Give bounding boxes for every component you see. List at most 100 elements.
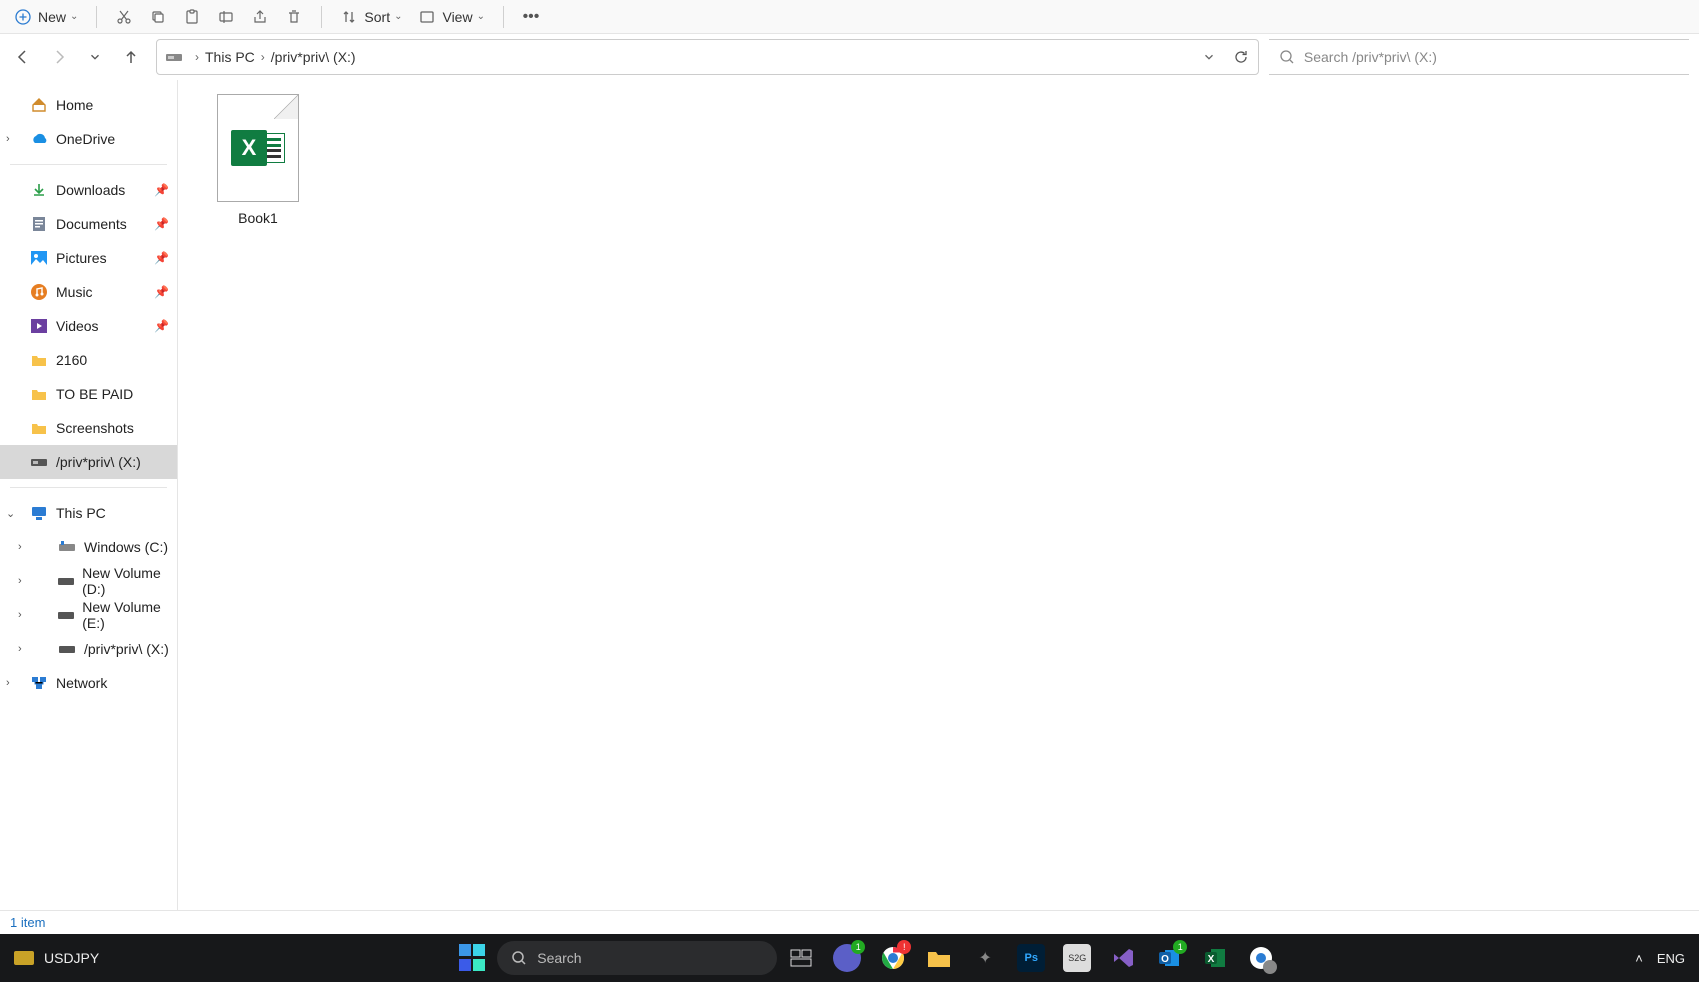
sidebar-drive-e[interactable]: › New Volume (E:) bbox=[0, 598, 177, 632]
paste-button[interactable] bbox=[175, 3, 209, 31]
sidebar-drive-x-quick[interactable]: /priv*priv\ (X:) bbox=[0, 445, 177, 479]
sidebar-item-label: Videos bbox=[56, 318, 99, 334]
chevron-right-icon[interactable]: › bbox=[18, 643, 22, 655]
ticker-label[interactable]: USDJPY bbox=[44, 950, 99, 966]
chevron-down-icon[interactable]: ⌄ bbox=[6, 507, 15, 520]
sidebar-drive-x[interactable]: › /priv*priv\ (X:) bbox=[0, 632, 177, 666]
sidebar-music[interactable]: Music 📌 bbox=[0, 275, 177, 309]
forward-button[interactable] bbox=[50, 48, 68, 66]
excel-file-icon: X bbox=[217, 94, 299, 202]
taskbar-excel[interactable]: X bbox=[1201, 944, 1229, 972]
search-input[interactable] bbox=[1304, 49, 1679, 65]
pc-icon bbox=[30, 504, 48, 522]
sidebar-folder-tobepaid[interactable]: TO BE PAID bbox=[0, 377, 177, 411]
sidebar-downloads[interactable]: Downloads 📌 bbox=[0, 173, 177, 207]
pin-icon: 📌 bbox=[154, 251, 169, 265]
sidebar-home[interactable]: Home bbox=[0, 88, 177, 122]
file-name: Book1 bbox=[238, 210, 278, 226]
video-icon bbox=[30, 317, 48, 335]
trash-icon bbox=[285, 8, 303, 26]
search-box[interactable] bbox=[1269, 39, 1689, 75]
delete-button[interactable] bbox=[277, 3, 311, 31]
pictures-icon bbox=[30, 249, 48, 267]
view-button[interactable]: View ⌄ bbox=[410, 3, 492, 31]
item-count: 1 item bbox=[10, 915, 45, 930]
sidebar-item-label: This PC bbox=[56, 505, 106, 521]
rename-button[interactable] bbox=[209, 3, 243, 31]
music-icon bbox=[30, 283, 48, 301]
chevron-up-icon[interactable]: ˄ bbox=[1635, 951, 1643, 966]
cut-button[interactable] bbox=[107, 3, 141, 31]
refresh-button[interactable] bbox=[1232, 48, 1250, 66]
sidebar-folder-2160[interactable]: 2160 bbox=[0, 343, 177, 377]
breadcrumb-thispc[interactable]: This PC bbox=[205, 49, 255, 65]
chevron-right-icon[interactable]: › bbox=[6, 677, 10, 689]
copy-button[interactable] bbox=[141, 3, 175, 31]
taskbar-explorer[interactable] bbox=[925, 944, 953, 972]
pin-icon: 📌 bbox=[154, 217, 169, 231]
sidebar-item-label: Network bbox=[56, 675, 107, 691]
search-icon bbox=[1279, 48, 1296, 66]
toolbar: New ⌄ Sort ⌄ View ⌄ ••• bbox=[0, 0, 1699, 34]
taskbar-search[interactable] bbox=[497, 941, 777, 975]
chevron-right-icon: › bbox=[261, 50, 265, 64]
sidebar-network[interactable]: › Network bbox=[0, 666, 177, 700]
taskbar-visualstudio[interactable] bbox=[1109, 944, 1137, 972]
pin-icon: 📌 bbox=[154, 183, 169, 197]
network-icon bbox=[30, 674, 48, 692]
view-label: View bbox=[442, 9, 472, 25]
sidebar: Home › OneDrive Downloads 📌 Documents 📌 … bbox=[0, 80, 178, 910]
sidebar-pictures[interactable]: Pictures 📌 bbox=[0, 241, 177, 275]
status-bar: 1 item bbox=[0, 910, 1699, 934]
chevron-right-icon[interactable]: › bbox=[6, 133, 10, 145]
sidebar-drive-c[interactable]: › Windows (C:) bbox=[0, 530, 177, 564]
sort-button[interactable]: Sort ⌄ bbox=[332, 3, 410, 31]
more-button[interactable]: ••• bbox=[514, 3, 548, 31]
taskbar-teams[interactable]: 1 bbox=[833, 944, 861, 972]
sort-label: Sort bbox=[364, 9, 390, 25]
chevron-right-icon[interactable]: › bbox=[18, 541, 22, 553]
drive-icon bbox=[30, 453, 48, 471]
copy-icon bbox=[149, 8, 167, 26]
finance-icon[interactable] bbox=[14, 951, 34, 965]
badge: 1 bbox=[851, 940, 865, 954]
taskbar-search-input[interactable] bbox=[537, 950, 763, 966]
drive-icon bbox=[58, 572, 74, 590]
sidebar-videos[interactable]: Videos 📌 bbox=[0, 309, 177, 343]
new-button[interactable]: New ⌄ bbox=[6, 3, 86, 31]
taskbar-outlook[interactable]: O1 bbox=[1155, 944, 1183, 972]
sidebar-onedrive[interactable]: › OneDrive bbox=[0, 122, 177, 156]
file-pane[interactable]: X Book1 bbox=[178, 80, 1699, 910]
taskbar-app-dark[interactable]: ✦ bbox=[971, 944, 999, 972]
sidebar-documents[interactable]: Documents 📌 bbox=[0, 207, 177, 241]
chevron-right-icon: › bbox=[195, 50, 199, 64]
taskbar-chrome-profile[interactable] bbox=[1247, 944, 1275, 972]
recent-button[interactable] bbox=[86, 48, 104, 66]
taskbar-chrome[interactable]: ! bbox=[879, 944, 907, 972]
file-item-book1[interactable]: X Book1 bbox=[198, 94, 318, 226]
taskbar-app-s2g[interactable]: S2G bbox=[1063, 944, 1091, 972]
chevron-down-icon[interactable] bbox=[1200, 48, 1218, 66]
taskbar-taskview[interactable] bbox=[787, 944, 815, 972]
sidebar-item-label: TO BE PAID bbox=[56, 386, 133, 402]
cut-icon bbox=[115, 8, 133, 26]
chevron-right-icon[interactable]: › bbox=[18, 609, 22, 621]
start-button[interactable] bbox=[459, 944, 487, 972]
language-indicator[interactable]: ENG bbox=[1657, 951, 1685, 966]
pin-icon: 📌 bbox=[154, 285, 169, 299]
sidebar-item-label: New Volume (D:) bbox=[82, 565, 177, 597]
sidebar-item-label: Pictures bbox=[56, 250, 107, 266]
sidebar-thispc[interactable]: ⌄ This PC bbox=[0, 496, 177, 530]
folder-icon bbox=[30, 385, 48, 403]
sidebar-drive-d[interactable]: › New Volume (D:) bbox=[0, 564, 177, 598]
chevron-right-icon[interactable]: › bbox=[18, 575, 22, 587]
share-button[interactable] bbox=[243, 3, 277, 31]
sidebar-folder-screenshots[interactable]: Screenshots bbox=[0, 411, 177, 445]
back-button[interactable] bbox=[14, 48, 32, 66]
address-bar[interactable]: › This PC › /priv*priv\ (X:) bbox=[156, 39, 1259, 75]
download-icon bbox=[30, 181, 48, 199]
breadcrumb-current[interactable]: /priv*priv\ (X:) bbox=[271, 49, 356, 65]
sidebar-item-label: Windows (C:) bbox=[84, 539, 168, 555]
taskbar-photoshop[interactable]: Ps bbox=[1017, 944, 1045, 972]
up-button[interactable] bbox=[122, 48, 140, 66]
